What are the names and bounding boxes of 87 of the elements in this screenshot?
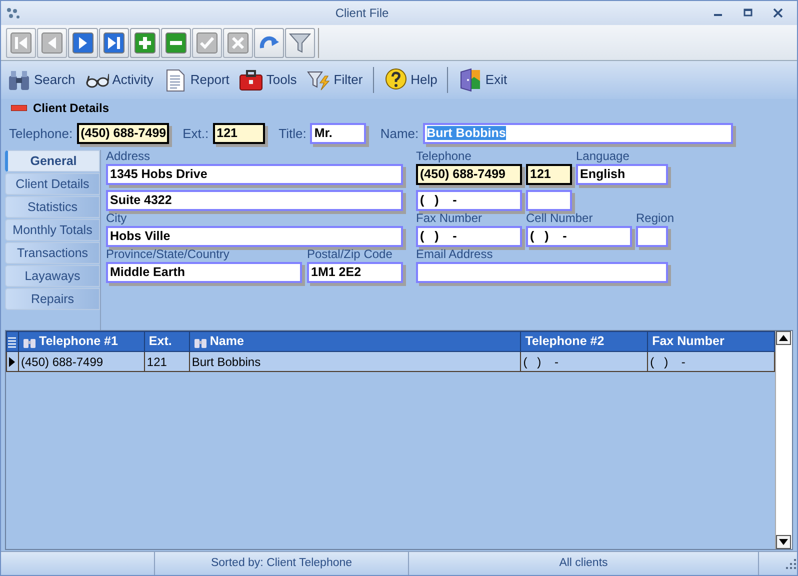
column-header[interactable]: Fax Number xyxy=(648,332,774,352)
last-icon xyxy=(103,32,125,54)
collapse-icon xyxy=(11,105,27,111)
field-label: Postal/Zip Code xyxy=(307,248,392,261)
field-label: Title: xyxy=(278,127,306,140)
field-label: City xyxy=(106,212,127,225)
plus-icon xyxy=(134,32,156,54)
input-field[interactable] xyxy=(526,190,572,211)
input-field[interactable]: English xyxy=(576,164,668,185)
field-label: Cell Number xyxy=(526,212,593,225)
field-label: Fax Number xyxy=(416,212,482,225)
search-button[interactable]: Search xyxy=(7,68,76,92)
filter-button[interactable]: Filter xyxy=(306,68,363,92)
field-label: Telephone xyxy=(416,150,472,163)
exit-button[interactable]: Exit xyxy=(458,68,508,92)
tab[interactable]: Repairs xyxy=(5,288,100,310)
window-title: Client File xyxy=(334,5,390,22)
minus-icon xyxy=(165,32,187,54)
tab[interactable]: Layaways xyxy=(5,265,100,287)
tab[interactable]: Client Details xyxy=(5,173,100,195)
column-header[interactable]: Name xyxy=(189,332,521,352)
field-label: Region xyxy=(636,212,674,225)
input-field[interactable]: Mr. xyxy=(310,123,366,144)
field-label: Name: xyxy=(380,127,419,140)
field-label: Email Address xyxy=(416,248,493,261)
column-header[interactable]: Telephone #2 xyxy=(520,332,648,352)
app-icon xyxy=(5,6,21,20)
input-field[interactable]: (450) 688-7499 xyxy=(416,164,522,185)
x-icon xyxy=(227,32,249,54)
previous-icon xyxy=(41,32,63,54)
field-label: Province/State/Country xyxy=(106,248,230,261)
input-field[interactable]: ( ) - xyxy=(416,190,522,211)
toolbox-icon xyxy=(239,68,264,92)
check-icon xyxy=(196,32,218,54)
input-field[interactable]: 121 xyxy=(526,164,572,185)
close-icon xyxy=(773,8,783,18)
next-icon xyxy=(72,32,94,54)
filter-button[interactable] xyxy=(285,28,315,58)
column-header[interactable]: Ext. xyxy=(144,332,190,352)
door-icon xyxy=(458,68,482,92)
resize-grip-icon xyxy=(785,558,797,570)
input-field[interactable]: 121 xyxy=(212,123,265,144)
help-button[interactable]: Help xyxy=(384,68,438,92)
scroll-down-icon xyxy=(776,535,791,549)
list-icon xyxy=(7,336,17,348)
input-field[interactable] xyxy=(636,226,668,247)
add-button[interactable] xyxy=(130,28,160,58)
input-field[interactable]: 1M1 2E2 xyxy=(307,262,403,283)
table-cell: (450) 688-7499 xyxy=(18,352,144,372)
first-icon xyxy=(10,32,32,54)
input-field[interactable]: 1345 Hobs Drive xyxy=(106,164,403,185)
input-field[interactable]: Suite 4322 xyxy=(106,190,403,211)
refresh-button[interactable] xyxy=(254,28,284,58)
field-label: Address xyxy=(106,150,150,163)
funnel-icon xyxy=(289,32,311,54)
report-button[interactable]: Report xyxy=(163,68,230,92)
field-label: Ext.: xyxy=(182,127,209,140)
table-cell: 121 xyxy=(144,352,190,372)
section-title: Client Details xyxy=(33,100,110,117)
last-button[interactable] xyxy=(99,28,129,58)
table-cell: ( ) - xyxy=(520,352,648,372)
scroll-up-icon xyxy=(776,331,791,345)
tab[interactable]: General xyxy=(5,150,100,172)
next-button[interactable] xyxy=(68,28,98,58)
maximize-icon xyxy=(743,8,753,18)
tab[interactable]: Statistics xyxy=(5,196,100,218)
input-field[interactable]: Middle Earth xyxy=(106,262,302,283)
input-field[interactable] xyxy=(416,262,668,283)
table-cell: ( ) - xyxy=(648,352,774,372)
input-field[interactable]: Hobs Ville xyxy=(106,226,403,247)
tab[interactable]: Monthly Totals xyxy=(5,219,100,241)
input-field[interactable]: ( ) - xyxy=(416,226,522,247)
input-field[interactable]: ( ) - xyxy=(526,226,632,247)
field-label: Telephone: xyxy=(9,127,73,140)
status-text: Sorted by: Client Telephone xyxy=(210,556,352,571)
tab[interactable]: Transactions xyxy=(5,242,100,264)
table-cell: Burt Bobbins xyxy=(189,352,521,372)
column-header[interactable]: Telephone #1 xyxy=(18,332,144,352)
delete-button[interactable] xyxy=(161,28,191,58)
binoculars-icon xyxy=(7,68,31,92)
status-text: All clients xyxy=(559,556,608,571)
input-field[interactable]: (450) 688-7499 xyxy=(76,123,169,144)
help-icon xyxy=(384,68,408,92)
tools-button[interactable]: Tools xyxy=(239,68,297,92)
scrollbar[interactable] xyxy=(775,331,792,549)
field-label: Language xyxy=(576,150,630,163)
activity-button[interactable]: Activity xyxy=(85,68,154,92)
